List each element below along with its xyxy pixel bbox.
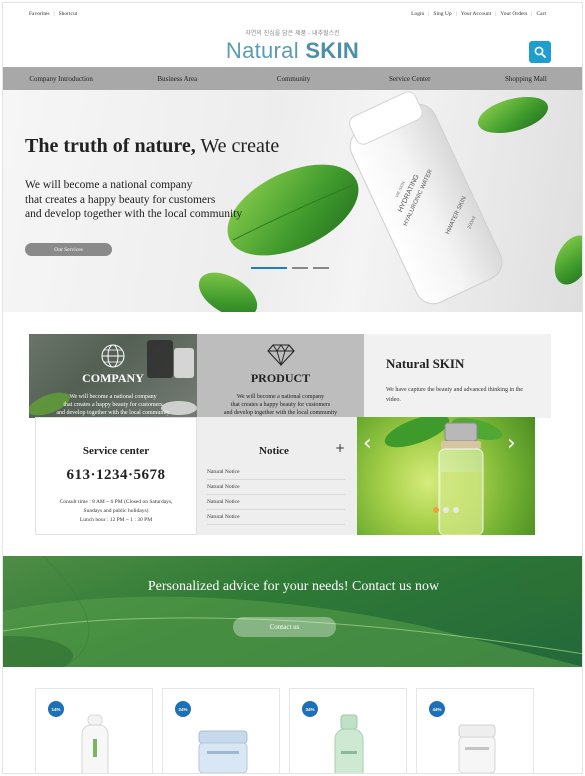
promo-next-button[interactable]: › xyxy=(507,431,516,456)
service-phone[interactable]: 613·1234·5678 xyxy=(36,467,196,484)
promo-dot[interactable] xyxy=(443,507,449,513)
contact-banner: Personalized advice for your needs! Cont… xyxy=(3,556,582,667)
slide-dot[interactable] xyxy=(251,267,287,269)
notice-item[interactable]: Natural Notice xyxy=(207,480,345,495)
company-text-line: that creates a happy beauty for customer… xyxy=(63,402,163,408)
notice-box: Notice + Natural Notice Natural Notice N… xyxy=(197,417,357,535)
separator: | xyxy=(53,11,55,17)
product-tile[interactable]: 24% xyxy=(162,688,280,773)
notice-item[interactable]: Natural Notice xyxy=(207,465,345,480)
hero-banner: WE SKIN HYDRATING HYALURONIC WATER HWATE… xyxy=(3,90,582,312)
separator: | xyxy=(455,11,457,17)
slide-dot[interactable] xyxy=(292,267,308,269)
cart-link[interactable]: Cart xyxy=(537,11,546,17)
product-text-line: and develop together with the local comm… xyxy=(223,410,338,416)
promo-dot[interactable] xyxy=(433,507,439,513)
account-link[interactable]: Your Account xyxy=(461,11,491,17)
page: Favorites | Shortcut Login | Sing Up | Y… xyxy=(2,2,583,774)
orders-link[interactable]: Your Orders xyxy=(500,11,527,17)
natural-skin-card[interactable]: Natural SKIN We have capture the beauty … xyxy=(364,334,551,418)
service-center-box: Service center 613·1234·5678 Consult tim… xyxy=(35,417,197,535)
signup-link[interactable]: Sing Up xyxy=(433,11,451,17)
company-text-line: and develop together with the local comm… xyxy=(56,410,170,416)
nav-business-area[interactable]: Business Area xyxy=(119,67,235,90)
promo-indicators xyxy=(433,507,459,513)
favorites-link[interactable]: Favorites xyxy=(29,11,49,17)
notice-item[interactable]: Natural Notice xyxy=(207,510,345,525)
search-button[interactable] xyxy=(529,41,551,63)
main-nav: Company Introduction Business Area Commu… xyxy=(3,67,582,90)
product-text: We will become a national company that c… xyxy=(197,393,364,417)
login-link[interactable]: Login xyxy=(411,11,424,17)
nav-community[interactable]: Community xyxy=(235,67,351,90)
product-tile[interactable]: 34% xyxy=(289,688,407,773)
contact-title: Personalized advice for your needs! Cont… xyxy=(147,579,440,594)
promo-prev-button[interactable]: ‹ xyxy=(363,431,372,456)
slide-dot[interactable] xyxy=(313,267,329,269)
product-text-line: We will become a national company xyxy=(236,394,325,400)
hero-title-rest: We create xyxy=(195,135,280,157)
site-logo[interactable]: Natural SKIN xyxy=(3,38,582,64)
discount-badge: 34% xyxy=(302,701,318,717)
shortcut-link[interactable]: Shortcut xyxy=(59,11,78,17)
product-text-line: that creates a happy beauty for customer… xyxy=(230,402,331,408)
product-tile[interactable]: 14% xyxy=(35,688,153,773)
utility-links-left: Favorites | Shortcut xyxy=(29,11,77,17)
separator: | xyxy=(428,11,430,17)
promo-dot[interactable] xyxy=(453,507,459,513)
notice-title: Notice xyxy=(259,445,289,457)
separator: | xyxy=(531,11,533,17)
brand-tagline: 자연의 진심을 담은 제품 - 내추럴스킨 xyxy=(245,30,340,37)
separator: | xyxy=(495,11,497,17)
contact-us-button[interactable]: Contact us xyxy=(233,617,336,637)
discount-badge: 24% xyxy=(175,701,191,717)
promo-slider: ‹ › xyxy=(357,417,535,535)
discount-badge: 14% xyxy=(48,701,64,717)
service-hours-line: Consult time : 8 AM ~ 6 PM (Closed on Sa… xyxy=(59,499,173,505)
service-hours-line: Lunch hour : 12 PM ~ 1 : 30 PM xyxy=(79,517,153,523)
nav-company-introduction[interactable]: Company Introduction xyxy=(3,67,119,90)
hero-subtitle-line: We will become a national company xyxy=(25,179,193,191)
logo-regular: Natural xyxy=(225,38,306,63)
contact-leaf-background xyxy=(3,556,582,667)
service-hours: Consult time : 8 AM ~ 6 PM (Closed on Sa… xyxy=(36,498,196,525)
search-icon xyxy=(534,46,546,58)
logo-bold: SKIN xyxy=(305,38,360,63)
notice-more-button[interactable]: + xyxy=(335,441,345,455)
company-card[interactable]: COMPANY We will become a national compan… xyxy=(29,334,197,418)
natural-skin-title: Natural SKIN xyxy=(386,356,465,371)
hero-subtitle: We will become a national company that c… xyxy=(25,178,242,222)
natural-skin-text: We have capture the beauty and advanced … xyxy=(386,387,523,403)
hero-title-bold: The truth of nature, xyxy=(25,135,196,157)
hero-subtitle-line: that creates a happy beauty for customer… xyxy=(25,193,216,206)
notice-list: Natural Notice Natural Notice Natural No… xyxy=(207,465,345,525)
company-text: We will become a national company that c… xyxy=(29,393,197,417)
hero-title: The truth of nature, We create xyxy=(25,135,279,158)
product-tile[interactable]: 44% xyxy=(416,688,534,773)
nav-service-center[interactable]: Service Center xyxy=(352,67,468,90)
hero-subtitle-line: and develop together with the local comm… xyxy=(25,208,243,220)
service-hours-line: Sundays and public holidays) xyxy=(83,508,149,514)
diamond-icon xyxy=(266,344,295,367)
hero-product-image: WE SKIN HYDRATING HYALURONIC WATER HWATE… xyxy=(198,91,582,312)
our-services-button[interactable]: Our Services xyxy=(25,243,112,256)
utility-links-right: Login | Sing Up | Your Account | Your Or… xyxy=(411,11,546,17)
globe-icon xyxy=(101,344,125,368)
product-card[interactable]: PRODUCT We will become a national compan… xyxy=(197,334,364,418)
company-title: COMPANY xyxy=(82,371,144,385)
discount-badge: 44% xyxy=(429,701,445,717)
product-title: PRODUCT xyxy=(250,371,311,385)
hero-slide-indicators xyxy=(251,267,329,269)
nav-shopping-mall[interactable]: Shopping Mall xyxy=(468,67,582,90)
service-center-title: Service center xyxy=(82,445,150,457)
notice-item[interactable]: Natural Notice xyxy=(207,495,345,510)
company-text-line: We will become a national company xyxy=(69,394,157,400)
